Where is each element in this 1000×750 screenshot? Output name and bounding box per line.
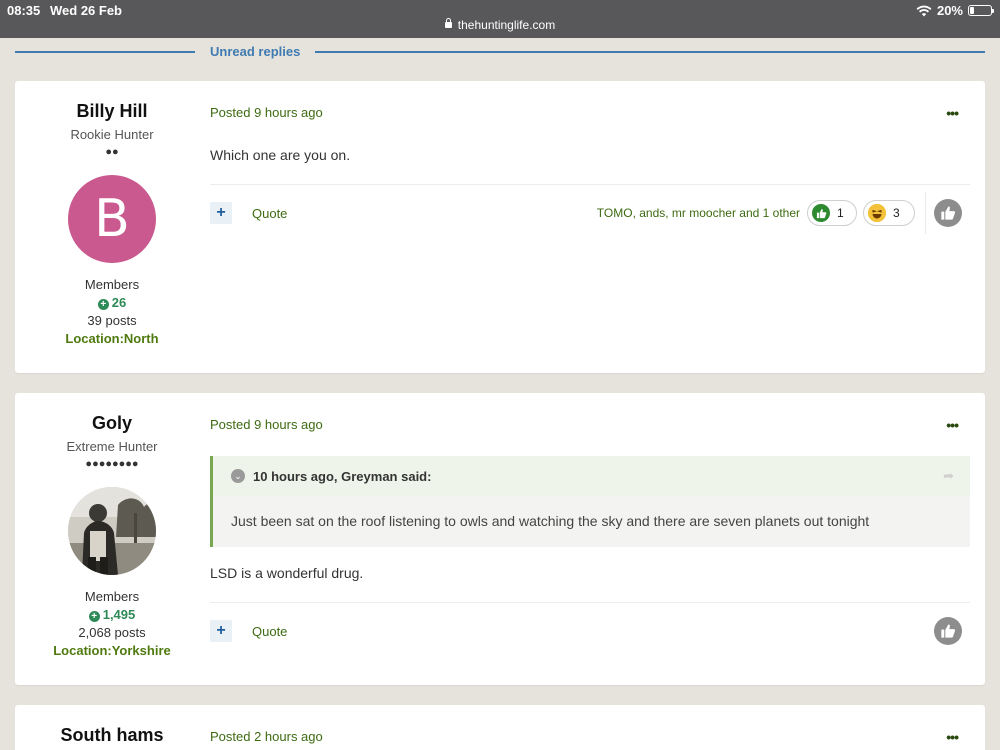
address-bar[interactable]: thehuntinglife.com — [0, 18, 1000, 32]
unread-replies-divider: Unread replies — [15, 44, 985, 60]
author-rank: Extreme Hunter — [66, 439, 158, 454]
rank-pips: ●● — [105, 146, 119, 158]
post-body: LSD is a wonderful drug. — [210, 565, 364, 581]
laugh-icon — [868, 204, 886, 222]
quote-button[interactable]: Quote — [252, 624, 287, 639]
plus-circle-icon: + — [88, 611, 100, 622]
reputation-badge: +26 — [15, 295, 209, 310]
post-body: Which one are you on. — [210, 147, 351, 163]
post-count: 39 posts — [87, 313, 137, 328]
rank-pips: ●●●●●●●● — [85, 458, 139, 470]
reaction-count: 3 — [893, 206, 900, 220]
reaction-laugh[interactable]: 3 — [863, 200, 915, 226]
lock-icon — [444, 18, 452, 28]
post-card: Goly Extreme Hunter ●●●●●●●● Members +1,… — [15, 393, 985, 685]
reaction-likers[interactable]: TOMO, ands, mr moocher and 1 other — [597, 206, 800, 220]
author-name[interactable]: South hams — [15, 725, 209, 746]
author-group: Members — [84, 589, 140, 604]
chevron-down-icon[interactable]: ⌄ — [231, 469, 245, 483]
like-button[interactable] — [934, 199, 962, 227]
status-date: Wed 26 Feb — [50, 3, 123, 18]
avatar[interactable]: B — [68, 175, 156, 263]
post-count: 2,068 posts — [78, 625, 146, 640]
quote-button[interactable]: Quote — [252, 206, 287, 221]
author-group: Members — [84, 277, 140, 292]
share-arrow-icon[interactable]: ➦ — [943, 468, 954, 484]
status-time: 08:35 — [7, 3, 41, 18]
multiquote-button[interactable]: + — [210, 202, 232, 224]
unread-replies-label: Unread replies — [210, 44, 301, 59]
post-timestamp[interactable]: Posted 2 hours ago — [210, 729, 323, 744]
battery-percent: 20% — [936, 3, 963, 18]
post-timestamp[interactable]: Posted 9 hours ago — [210, 105, 323, 120]
author-location: Location:North — [65, 331, 159, 346]
post-card: Billy Hill Rookie Hunter ●● B Members +2… — [15, 81, 985, 373]
more-options-icon[interactable]: ••• — [946, 417, 959, 433]
battery-icon — [968, 5, 994, 16]
author-location: Location:Yorkshire — [53, 643, 171, 658]
post-timestamp[interactable]: Posted 9 hours ago — [210, 417, 323, 432]
author-name[interactable]: Goly — [15, 413, 209, 434]
author-name[interactable]: Billy Hill — [15, 101, 209, 122]
thumbs-up-icon — [941, 206, 956, 220]
more-options-icon[interactable]: ••• — [946, 105, 959, 121]
more-options-icon[interactable]: ••• — [946, 729, 959, 745]
quote-citation: 10 hours ago, Greyman said: — [253, 469, 432, 484]
multiquote-button[interactable]: + — [210, 620, 232, 642]
url-text: thehuntinglife.com — [457, 18, 556, 32]
status-bar: 08:35 Wed 26 Feb thehuntinglife.com 20% — [0, 0, 1000, 38]
like-button[interactable] — [934, 617, 962, 645]
author-rank: Rookie Hunter — [70, 127, 154, 142]
reaction-count: 1 — [837, 206, 844, 220]
reaction-thumbs-up[interactable]: 1 — [807, 200, 857, 226]
wifi-icon — [916, 5, 932, 17]
post-card: South hams Posted 2 hours ago ••• — [15, 705, 985, 750]
plus-circle-icon: + — [97, 299, 109, 310]
thumbs-up-icon — [812, 204, 830, 222]
author-panel: South hams — [15, 705, 209, 746]
author-panel: Billy Hill Rookie Hunter ●● B Members +2… — [15, 81, 209, 346]
author-panel: Goly Extreme Hunter ●●●●●●●● Members +1,… — [15, 393, 209, 658]
quote-header[interactable]: ⌄ 10 hours ago, Greyman said: ➦ — [213, 456, 970, 496]
quoted-post: ⌄ 10 hours ago, Greyman said: ➦ Just bee… — [210, 456, 970, 547]
reputation-badge: +1,495 — [15, 607, 209, 622]
avatar[interactable] — [68, 487, 156, 575]
thumbs-up-icon — [941, 624, 956, 638]
photo-avatar-icon — [68, 487, 156, 575]
quote-text: Just been sat on the roof listening to o… — [231, 513, 870, 529]
